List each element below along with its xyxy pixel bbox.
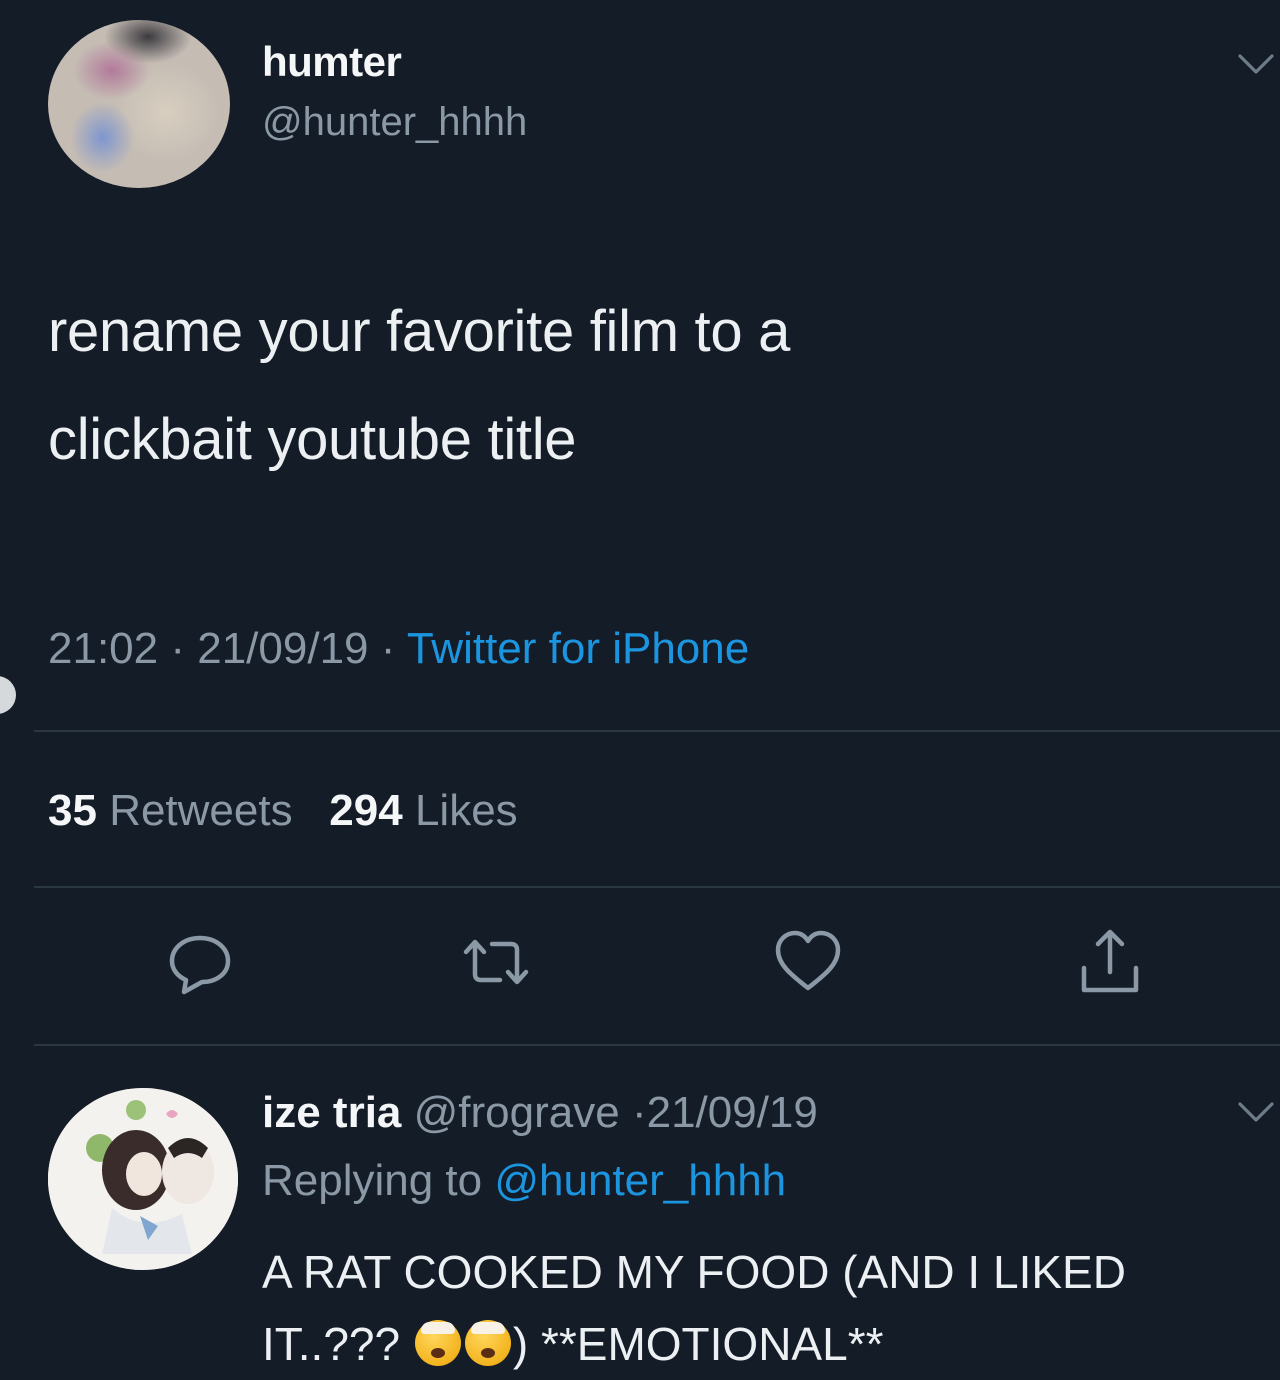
reply-button[interactable] (162, 924, 238, 1000)
mention-link[interactable]: @hunter_hhhh (494, 1156, 786, 1205)
chevron-down-icon[interactable] (1236, 50, 1276, 78)
retweets-stat[interactable]: 35 Retweets (48, 786, 305, 835)
reply-text-part: ) **EMOTIONAL** (512, 1318, 884, 1370)
reply-handle[interactable]: @frograve (414, 1088, 620, 1137)
likes-label: Likes (414, 786, 518, 835)
like-button[interactable] (770, 922, 846, 998)
tweet-meta: 21:02 · 21/09/19 · Twitter for iPhone (48, 624, 749, 674)
reply-header: ize tria @frograve ·21/09/19 (262, 1088, 818, 1138)
divider (34, 886, 1280, 888)
replying-prefix: Replying to (262, 1156, 483, 1205)
reply-text: A RAT COOKED MY FOOD (AND I LIKED IT..??… (262, 1236, 1262, 1380)
separator-dot: · (631, 1088, 647, 1137)
reply-avatar[interactable] (48, 1088, 238, 1270)
exploding-head-icon (414, 1320, 461, 1366)
exploding-head-icon (464, 1320, 511, 1366)
reply-display-name[interactable]: ize tria (262, 1088, 401, 1137)
separator-dot: · (170, 624, 198, 673)
scroll-indicator (0, 676, 16, 714)
user-handle[interactable]: @hunter_hhhh (262, 100, 527, 145)
retweets-label: Retweets (109, 786, 293, 835)
separator-dot: · (380, 624, 407, 673)
retweets-count: 35 (48, 786, 97, 835)
display-name[interactable]: humter (262, 38, 402, 86)
likes-stat[interactable]: 294 Likes (329, 786, 517, 835)
tweet-stats: 35 Retweets 294 Likes (48, 786, 518, 836)
share-icon (1072, 924, 1148, 1000)
likes-count: 294 (329, 786, 403, 835)
chevron-down-icon[interactable] (1236, 1098, 1276, 1126)
share-button[interactable] (1072, 924, 1148, 1000)
tweet-text: rename your favorite film to a clickbait… (48, 278, 1148, 494)
speech-bubble-icon (162, 924, 238, 1000)
retweet-button[interactable] (458, 924, 534, 1000)
avatar[interactable] (48, 20, 230, 188)
retweet-icon (458, 924, 534, 1000)
divider (34, 1044, 1280, 1046)
tweet-time: 21:02 (48, 624, 159, 673)
heart-icon (770, 922, 846, 998)
tweet-text-line: rename your favorite film to a (48, 299, 791, 364)
tweet-date: 21/09/19 (197, 624, 369, 673)
reply-date[interactable]: 21/09/19 (647, 1088, 818, 1137)
replying-to: Replying to @hunter_hhhh (262, 1156, 786, 1206)
divider (34, 730, 1280, 732)
tweet-source-link[interactable]: Twitter for iPhone (407, 624, 749, 673)
tweet-text-line: clickbait youtube title (48, 407, 577, 472)
